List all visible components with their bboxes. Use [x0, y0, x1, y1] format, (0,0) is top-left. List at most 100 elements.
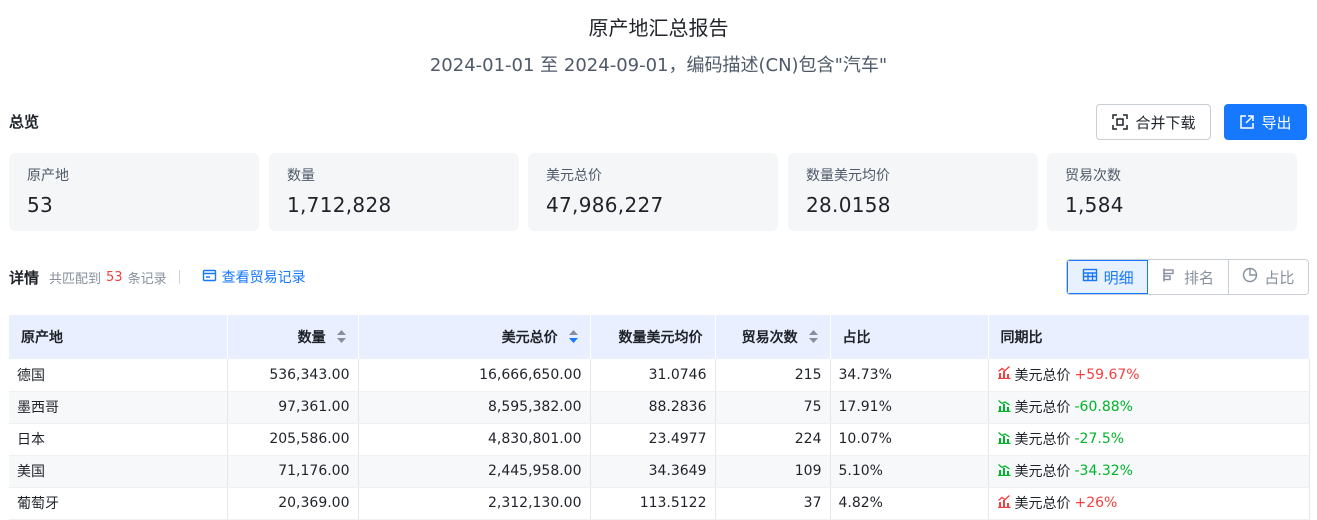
export-button[interactable]: 导出	[1224, 104, 1307, 140]
view-mode-share-label: 占比	[1264, 268, 1295, 287]
match-prefix: 共匹配到	[49, 271, 102, 287]
table-row[interactable]: 葡萄牙 20,369.00 2,312,130.00 113.5122 37 4.82% 美…	[9, 487, 1310, 520]
sort-icon[interactable]	[808, 329, 818, 347]
stat-label: 原产地	[27, 168, 69, 184]
column-header-origin: 原产地	[9, 315, 228, 359]
yoy-label: 美元总价	[1014, 464, 1071, 480]
merge-download-button[interactable]: 合并下载	[1096, 104, 1211, 140]
yoy-label: 美元总价	[1014, 400, 1071, 416]
cell-usd-total: 4,830,801.00	[358, 423, 591, 456]
cell-quantity: 71,176.00	[227, 455, 359, 488]
export-icon	[1239, 114, 1255, 130]
cell-yoy: 美元总价 +59.67%	[988, 359, 1310, 392]
stat-label: 贸易次数	[1065, 168, 1121, 184]
cell-usd-total: 8,595,382.00	[358, 391, 591, 424]
sort-icon[interactable]	[336, 329, 346, 347]
yoy-value: -60.88%	[1074, 399, 1133, 415]
trend-down-icon	[997, 399, 1011, 416]
cell-yoy: 美元总价 -60.88%	[988, 391, 1310, 424]
trend-up-icon	[997, 366, 1011, 383]
stat-value: 47,986,227	[546, 193, 664, 217]
yoy-label: 美元总价	[1014, 432, 1071, 448]
origin-table-container: 原产地 数量 美元总价 数量美元均价 贸易次数 占比 同期比 德国 536,34…	[9, 315, 1310, 520]
cell-usd-total: 2,312,130.00	[358, 487, 591, 520]
cell-share: 10.07%	[830, 423, 989, 456]
column-header-avg-price: 数量美元均价	[590, 315, 716, 359]
yoy-value: -34.32%	[1074, 463, 1133, 479]
table-row[interactable]: 德国 536,343.00 16,666,650.00 31.0746 215 34.73…	[9, 359, 1310, 392]
cell-trades: 37	[715, 487, 831, 520]
details-heading: 详情	[9, 268, 40, 287]
cell-share: 4.82%	[830, 487, 989, 520]
cell-avg-price: 23.4977	[590, 423, 716, 456]
column-header-quantity[interactable]: 数量	[227, 315, 359, 359]
trend-down-icon	[997, 463, 1011, 480]
stat-label: 数量	[287, 168, 315, 184]
report-subtitle: 2024-01-01 至 2024-09-01，编码描述(CN)包含"汽车"	[429, 55, 888, 76]
view-mode-ranking-label: 排名	[1183, 268, 1214, 287]
view-mode-ranking[interactable]: 排名	[1148, 260, 1229, 294]
cell-origin: 葡萄牙	[9, 487, 228, 520]
cell-share: 17.91%	[830, 391, 989, 424]
details-bar: 详情 共匹配到 53 条记录 查看贸易记录	[9, 266, 306, 288]
cell-yoy: 美元总价 -27.5%	[988, 423, 1310, 456]
view-records-label: 查看贸易记录	[221, 270, 306, 286]
cell-yoy: 美元总价 -34.32%	[988, 455, 1310, 488]
merge-download-label: 合并下载	[1135, 113, 1196, 132]
view-mode-detail-label: 明细	[1103, 268, 1134, 287]
cell-origin: 日本	[9, 423, 228, 456]
cell-avg-price: 113.5122	[590, 487, 716, 520]
stat-card-usd-total: 美元总价 47,986,227	[528, 153, 778, 231]
stat-value: 1,712,828	[287, 193, 392, 217]
cell-quantity: 97,361.00	[227, 391, 359, 424]
cell-usd-total: 2,445,958.00	[358, 455, 591, 488]
cell-avg-price: 88.2836	[590, 391, 716, 424]
trend-up-icon	[997, 494, 1011, 512]
yoy-value: -27.5%	[1074, 431, 1125, 447]
table-header-row: 原产地 数量 美元总价 数量美元均价 贸易次数 占比 同期比	[9, 315, 1310, 359]
table-row[interactable]: 美国 71,176.00 2,445,958.00 34.3649 109 5.10% 美元…	[9, 455, 1310, 488]
cell-quantity: 20,369.00	[227, 487, 359, 520]
records-icon	[202, 268, 217, 287]
merge-icon	[1111, 113, 1129, 131]
column-header-yoy: 同期比	[988, 315, 1310, 359]
overview-heading: 总览	[9, 113, 40, 131]
view-mode-detail[interactable]: 明细	[1067, 260, 1149, 294]
yoy-value: +59.67%	[1074, 366, 1140, 383]
cell-avg-price: 34.3649	[590, 455, 716, 488]
view-mode-share[interactable]: 占比	[1228, 260, 1308, 294]
column-header-trades[interactable]: 贸易次数	[715, 315, 831, 359]
table-row[interactable]: 墨西哥 97,361.00 8,595,382.00 88.2836 75 17.91% 美…	[9, 391, 1310, 424]
export-label: 导出	[1261, 113, 1292, 132]
trend-down-icon	[997, 431, 1011, 448]
stat-card-trades: 贸易次数 1,584	[1047, 153, 1297, 231]
column-header-usd-total[interactable]: 美元总价	[358, 315, 591, 359]
origin-table: 原产地 数量 美元总价 数量美元均价 贸易次数 占比 同期比 德国 536,34…	[9, 315, 1310, 520]
pie-chart-icon	[1242, 267, 1258, 287]
yoy-label: 美元总价	[1014, 496, 1071, 512]
view-mode-group: 明细 排名 占比	[1066, 259, 1309, 295]
sort-desc-icon[interactable]	[568, 329, 578, 347]
match-count: 53	[106, 269, 123, 285]
table-row[interactable]: 日本 205,586.00 4,830,801.00 23.4977 224 10.07%…	[9, 423, 1310, 456]
cell-share: 5.10%	[830, 455, 989, 488]
cell-yoy: 美元总价 +26%	[988, 487, 1310, 520]
cell-trades: 75	[715, 391, 831, 424]
stat-label: 美元总价	[546, 168, 602, 184]
cell-trades: 224	[715, 423, 831, 456]
cell-share: 34.73%	[830, 359, 989, 392]
yoy-value: +26%	[1074, 495, 1118, 511]
cell-quantity: 536,343.00	[227, 359, 359, 392]
ranking-icon	[1162, 267, 1178, 287]
report-title: 原产地汇总报告	[588, 16, 729, 40]
view-records-link[interactable]: 查看贸易记录	[202, 267, 306, 287]
yoy-label: 美元总价	[1014, 367, 1071, 384]
stat-value: 53	[27, 193, 54, 217]
stat-value: 1,584	[1065, 193, 1124, 217]
cell-avg-price: 31.0746	[590, 359, 716, 392]
cell-usd-total: 16,666,650.00	[358, 359, 591, 392]
stat-value: 28.0158	[806, 193, 891, 217]
cell-origin: 美国	[9, 455, 228, 488]
cell-origin: 墨西哥	[9, 391, 228, 424]
column-header-share: 占比	[830, 315, 989, 359]
